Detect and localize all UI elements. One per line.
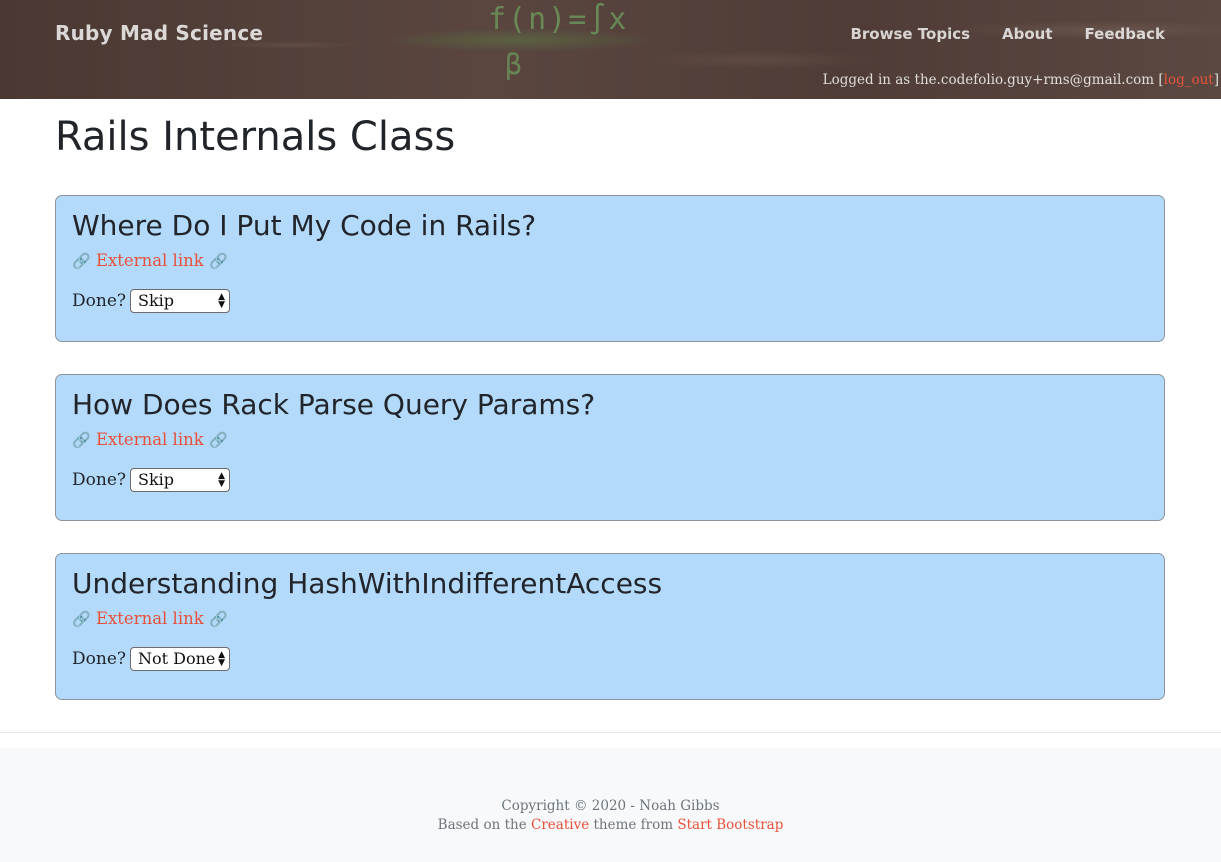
status-select[interactable]: Skip ▲ ▼ xyxy=(130,289,230,313)
copyright: Copyright © 2020 - Noah Gibbs xyxy=(501,798,720,814)
done-label: Done? xyxy=(72,470,126,490)
topic-title: How Does Rack Parse Query Params? xyxy=(72,388,596,421)
link-icon: 🔗 xyxy=(72,252,91,270)
page-title: Rails Internals Class xyxy=(55,114,456,160)
select-arrows-icon: ▲ ▼ xyxy=(218,650,225,668)
site-header: f(n)=∫x β Ruby Mad Science Browse Topics… xyxy=(0,0,1221,99)
chalk-doodle: f(n)=∫x xyxy=(488,2,629,37)
done-label: Done? xyxy=(72,291,126,311)
status-select[interactable]: Not Done ▲ ▼ xyxy=(130,647,230,671)
done-row: Done? Skip ▲ ▼ xyxy=(72,468,1148,492)
status-value: Skip xyxy=(138,291,175,310)
credits-prefix: Based on the xyxy=(437,817,531,833)
topic-card: Understanding HashWithIndifferentAccess … xyxy=(55,553,1165,700)
logout-link[interactable]: log_out xyxy=(1164,72,1214,88)
external-link-row: 🔗 External link 🔗 xyxy=(72,429,1148,451)
site-footer: Copyright © 2020 - Noah Gibbs Based on t… xyxy=(0,748,1221,862)
brand-link[interactable]: Ruby Mad Science xyxy=(55,21,263,45)
login-bracket: ] xyxy=(1213,72,1219,88)
creative-link[interactable]: Creative xyxy=(531,817,589,833)
nav-feedback[interactable]: Feedback xyxy=(1085,25,1165,43)
select-arrows-icon: ▲ ▼ xyxy=(218,471,225,489)
topic-title: Where Do I Put My Code in Rails? xyxy=(72,209,537,242)
link-icon: 🔗 xyxy=(209,610,228,628)
chalk-doodle: β xyxy=(505,48,522,81)
status-value: Skip xyxy=(138,470,175,489)
external-link-row: 🔗 External link 🔗 xyxy=(72,250,1148,272)
done-row: Done? Skip ▲ ▼ xyxy=(72,289,1148,313)
credits: Based on the Creative theme from Start B… xyxy=(0,817,1221,833)
external-link[interactable]: External link xyxy=(96,251,204,270)
external-link[interactable]: External link xyxy=(96,430,204,449)
link-icon: 🔗 xyxy=(209,431,228,449)
link-icon: 🔗 xyxy=(72,431,91,449)
topic-title: Understanding HashWithIndifferentAccess xyxy=(72,567,663,600)
done-row: Done? Not Done ▲ ▼ xyxy=(72,647,1148,671)
login-text: Logged in as the.codefolio.guy+rms@gmail… xyxy=(822,72,1164,88)
status-select[interactable]: Skip ▲ ▼ xyxy=(130,468,230,492)
credits-middle: theme from xyxy=(589,817,678,833)
topic-card: Where Do I Put My Code in Rails? 🔗 Exter… xyxy=(55,195,1165,342)
select-arrows-icon: ▲ ▼ xyxy=(218,292,225,310)
link-icon: 🔗 xyxy=(209,252,228,270)
external-link[interactable]: External link xyxy=(96,609,204,628)
topic-card: How Does Rack Parse Query Params? 🔗 Exte… xyxy=(55,374,1165,521)
footer-divider xyxy=(0,732,1221,733)
link-icon: 🔗 xyxy=(72,610,91,628)
external-link-row: 🔗 External link 🔗 xyxy=(72,608,1148,630)
start-bootstrap-link[interactable]: Start Bootstrap xyxy=(677,817,783,833)
main-nav: Browse Topics About Feedback xyxy=(850,25,1165,43)
done-label: Done? xyxy=(72,649,126,669)
login-status: Logged in as the.codefolio.guy+rms@gmail… xyxy=(823,72,1219,88)
nav-browse-topics[interactable]: Browse Topics xyxy=(850,25,970,43)
nav-about[interactable]: About xyxy=(1002,25,1053,43)
status-value: Not Done xyxy=(138,649,216,668)
